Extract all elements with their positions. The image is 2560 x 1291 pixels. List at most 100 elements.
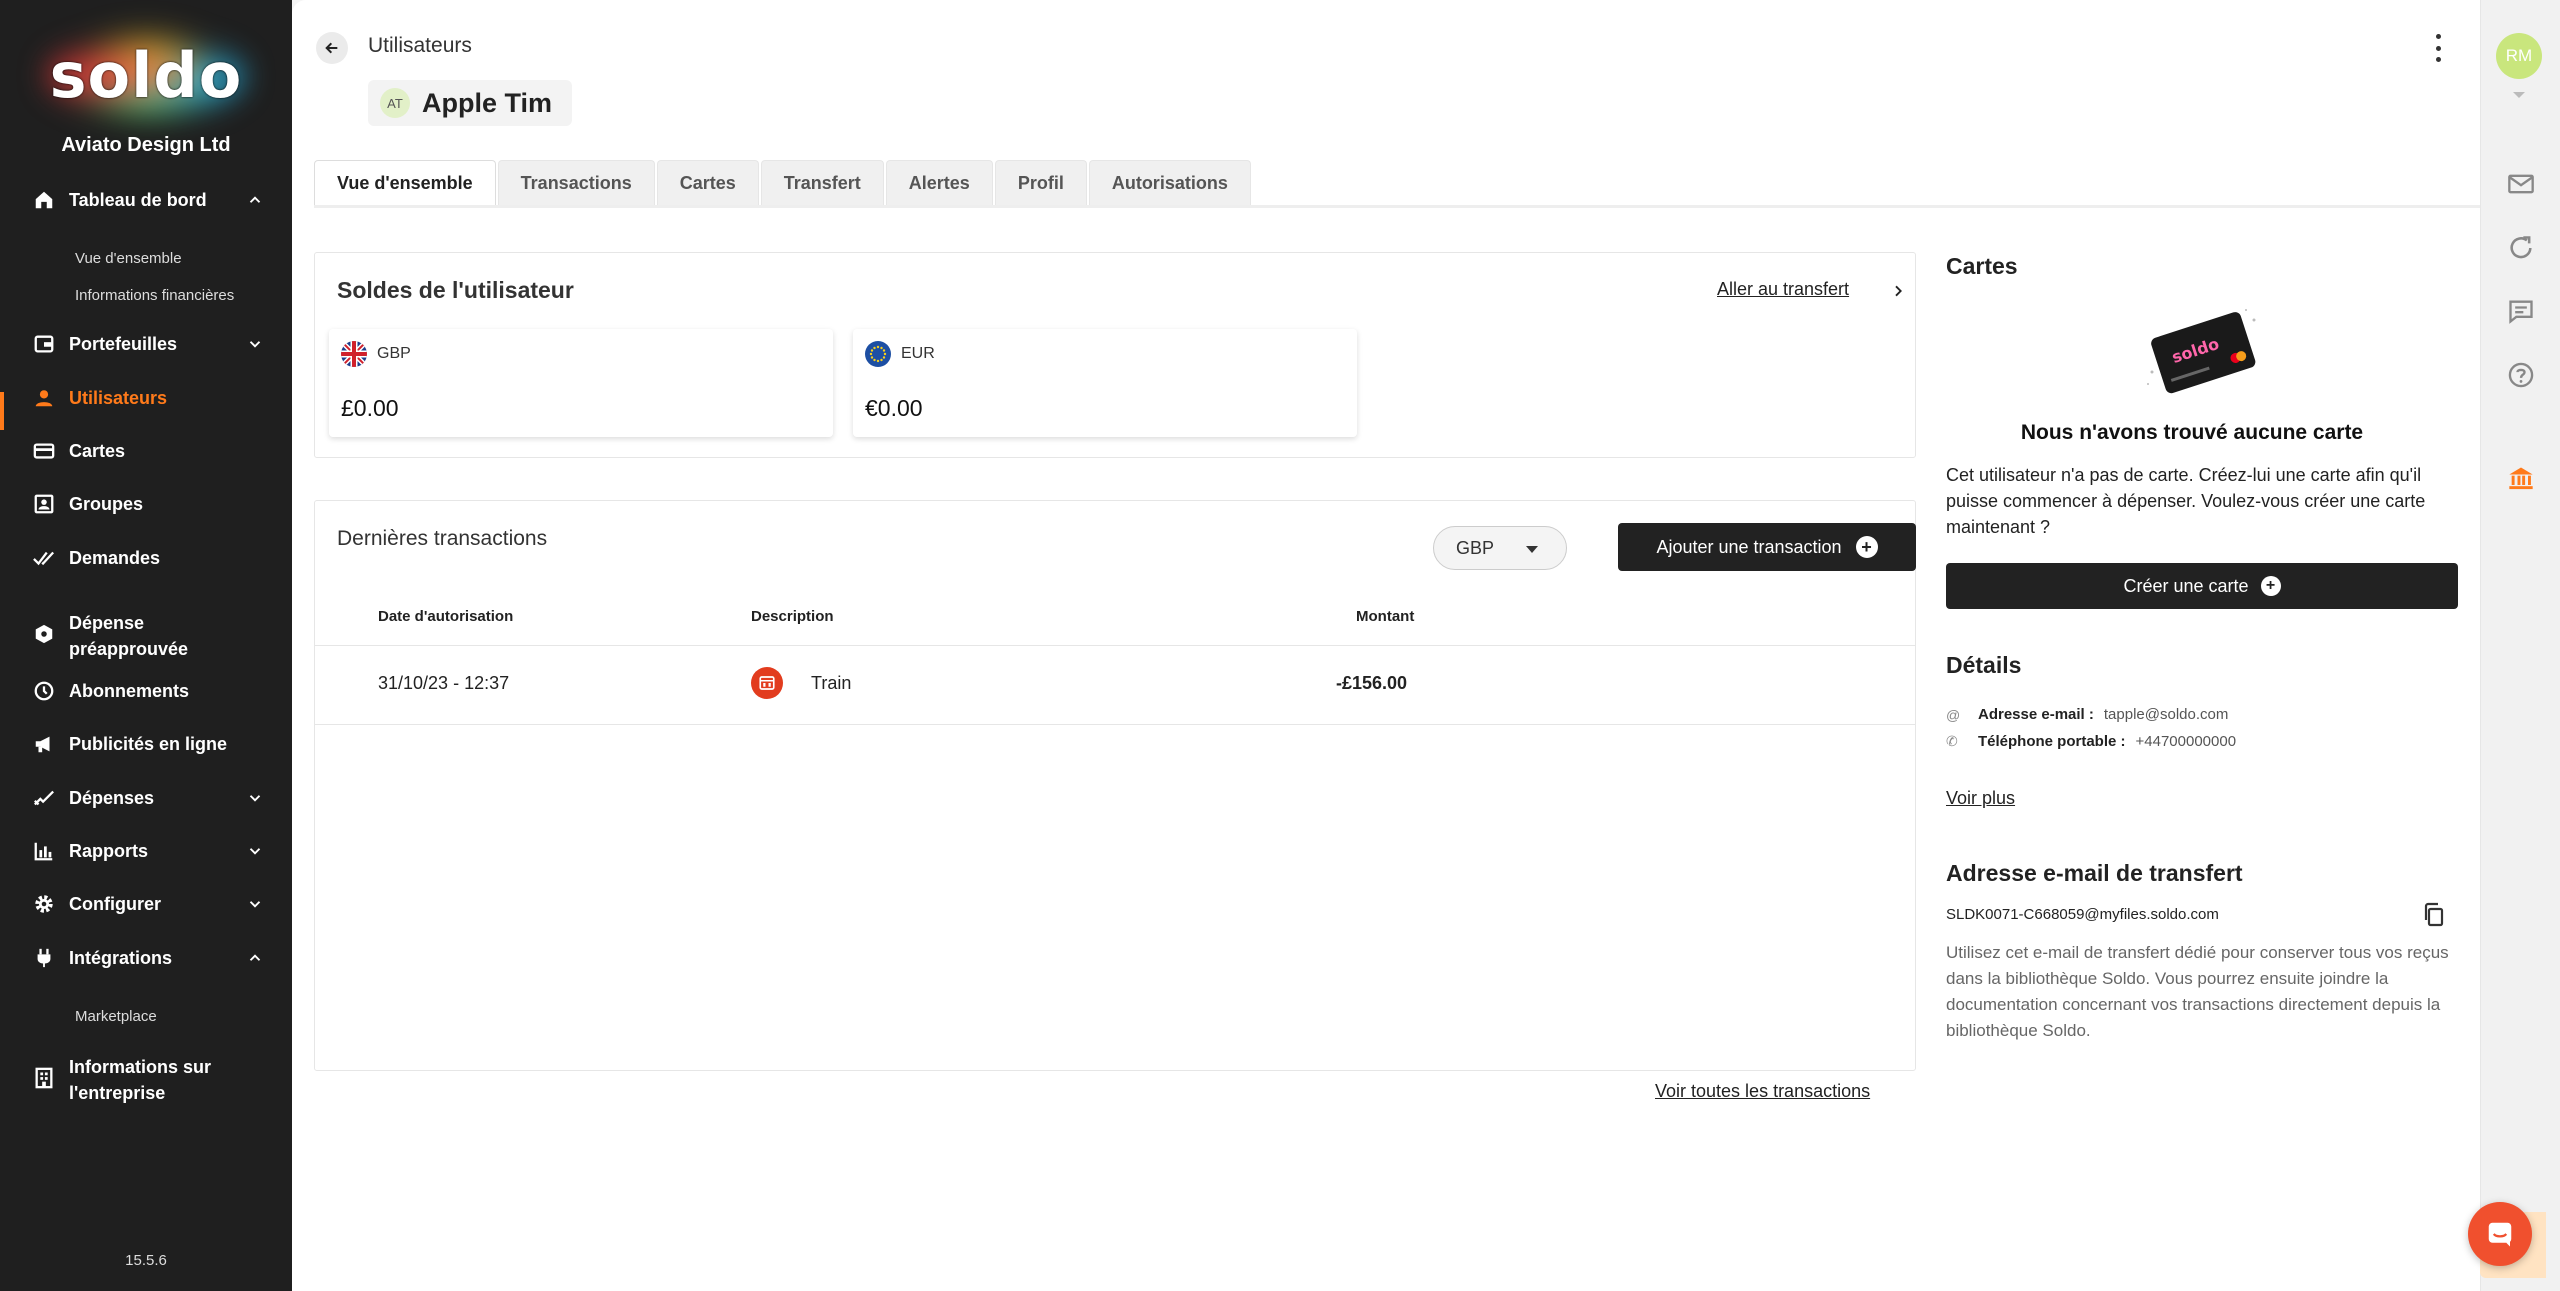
column-header-amount[interactable]: Montant bbox=[1356, 608, 1414, 625]
megaphone-icon bbox=[32, 732, 56, 756]
balances-title: Soldes de l'utilisateur bbox=[337, 277, 574, 303]
dot-icon bbox=[2435, 57, 2441, 62]
sidebar: soldo Aviato Design Ltd Tableau de bord … bbox=[0, 0, 292, 1291]
building-icon bbox=[32, 1066, 56, 1090]
page-title: Apple Tim bbox=[422, 87, 553, 118]
expense-check-icon bbox=[32, 786, 56, 810]
plug-icon bbox=[32, 946, 56, 970]
balance-amount: €0.00 bbox=[865, 395, 923, 421]
user-header: AT Apple Tim bbox=[368, 80, 573, 126]
divider bbox=[315, 724, 1915, 725]
clock-icon bbox=[32, 679, 56, 703]
tab-cards[interactable]: Cartes bbox=[656, 160, 759, 206]
copy-icon[interactable] bbox=[2422, 902, 2446, 928]
transaction-description: Train bbox=[811, 673, 852, 693]
back-button[interactable] bbox=[316, 32, 348, 64]
plus-circle-icon: + bbox=[1855, 536, 1878, 558]
transactions-title: Dernières transactions bbox=[337, 527, 548, 550]
bar-chart-icon bbox=[32, 839, 56, 863]
tab-bar: Vue d'ensemble Transactions Cartes Trans… bbox=[314, 160, 1253, 209]
see-more-link[interactable]: Voir plus bbox=[1946, 788, 2015, 809]
forward-email-title: Adresse e-mail de transfert bbox=[1946, 860, 2243, 886]
chevron-up-icon bbox=[249, 196, 261, 203]
plus-circle-icon: + bbox=[2260, 576, 2281, 596]
breadcrumb[interactable]: Utilisateurs bbox=[368, 34, 472, 58]
cards-icon bbox=[32, 439, 56, 463]
balance-box-gbp[interactable]: GBP £0.00 bbox=[329, 329, 833, 437]
right-rail: RM bbox=[2480, 0, 2560, 1291]
tab-transactions[interactable]: Transactions bbox=[497, 160, 655, 206]
balance-currency: GBP bbox=[377, 345, 411, 362]
card-illustration-icon: soldo bbox=[2147, 309, 2256, 394]
detail-phone: ✆ Téléphone portable : +44700000000 bbox=[1946, 733, 2237, 750]
forward-email-description: Utilisez cet e-mail de transfert dédié p… bbox=[1946, 943, 2449, 1040]
nav-sub-dashboard-financial[interactable]: Informations financières bbox=[75, 287, 234, 304]
refresh-icon[interactable] bbox=[2507, 234, 2535, 262]
support-chat-button[interactable] bbox=[2468, 1202, 2532, 1266]
groups-icon bbox=[32, 492, 56, 516]
caret-down-icon bbox=[1526, 546, 1538, 553]
cards-section-title: Cartes bbox=[1946, 253, 2018, 279]
caret-down-icon[interactable] bbox=[2513, 92, 2525, 98]
wallet-icon bbox=[32, 332, 56, 356]
detail-email: @ Adresse e-mail : tapple@soldo.com bbox=[1946, 706, 2229, 723]
arrow-left-icon bbox=[325, 42, 338, 54]
currency-select[interactable]: GBP bbox=[1433, 526, 1567, 570]
user-balances-card: Soldes de l'utilisateur Aller au transfe… bbox=[314, 252, 1916, 458]
chevron-up-icon bbox=[249, 954, 261, 961]
see-all-transactions-link[interactable]: Voir toutes les transactions bbox=[1655, 1081, 1870, 1102]
help-icon[interactable] bbox=[2507, 361, 2535, 389]
bank-icon[interactable] bbox=[2507, 464, 2535, 492]
merchant-category-icon bbox=[751, 667, 783, 699]
account-avatar[interactable]: RM bbox=[2496, 33, 2542, 79]
at-sign-icon: @ bbox=[1946, 706, 1961, 723]
add-transaction-button[interactable]: Ajouter une transaction + bbox=[1618, 523, 1916, 571]
forward-email-address: SLDK0071-C668059@myfiles.soldo.com bbox=[1946, 906, 2219, 923]
more-options-button[interactable] bbox=[2430, 34, 2446, 62]
balance-amount: £0.00 bbox=[341, 395, 399, 421]
no-card-description: Cet utilisateur n'a pas de carte. Créez-… bbox=[1946, 465, 2426, 537]
nav-sub-marketplace[interactable]: Marketplace bbox=[75, 1008, 157, 1025]
chevron-down-icon bbox=[249, 848, 261, 855]
balance-box-eur[interactable]: EUR €0.00 bbox=[853, 329, 1357, 437]
balance-currency: EUR bbox=[901, 345, 935, 362]
chat-bubble-icon bbox=[2488, 1222, 2512, 1247]
column-header-date[interactable]: Date d'autorisation bbox=[378, 608, 513, 625]
nav-sub-dashboard-overview[interactable]: Vue d'ensemble bbox=[75, 250, 182, 267]
no-card-title: Nous n'avons trouvé aucune carte bbox=[2020, 421, 2364, 444]
divider bbox=[315, 645, 1915, 646]
latest-transactions-card: Dernières transactions GBP Ajouter une t… bbox=[314, 500, 1916, 1071]
tab-profile[interactable]: Profil bbox=[994, 160, 1087, 206]
chevron-down-icon bbox=[249, 901, 261, 908]
chevron-down-icon bbox=[249, 341, 261, 348]
user-icon bbox=[32, 386, 56, 410]
user-avatar: AT bbox=[380, 88, 410, 118]
main-content: Utilisateurs AT Apple Tim Vue d'ensemble… bbox=[292, 0, 2480, 1291]
company-name: Aviato Design Ltd bbox=[61, 134, 231, 156]
tab-permissions[interactable]: Autorisations bbox=[1088, 160, 1251, 206]
tabs-divider bbox=[314, 205, 2480, 208]
home-icon bbox=[32, 188, 56, 212]
chevron-right-icon[interactable] bbox=[1890, 283, 1906, 299]
tab-overview[interactable]: Vue d'ensemble bbox=[314, 160, 496, 209]
chat-icon[interactable] bbox=[2507, 297, 2535, 325]
create-card-button[interactable]: Créer une carte + bbox=[1946, 563, 2458, 609]
double-check-icon bbox=[32, 546, 56, 570]
tab-alerts[interactable]: Alertes bbox=[885, 160, 993, 206]
uk-flag-icon bbox=[341, 341, 367, 367]
phone-icon: ✆ bbox=[1946, 733, 1958, 749]
transaction-amount: -£156.00 bbox=[1336, 673, 1408, 693]
gear-icon bbox=[32, 892, 56, 916]
app-version: 15.5.6 bbox=[125, 1252, 167, 1269]
eu-flag-icon bbox=[865, 341, 891, 367]
shield-icon bbox=[32, 622, 56, 646]
column-header-description[interactable]: Description bbox=[751, 608, 834, 625]
soldo-logo[interactable]: soldo bbox=[0, 30, 292, 120]
go-to-transfer-link[interactable]: Aller au transfert bbox=[1717, 279, 1849, 300]
mail-icon[interactable] bbox=[2507, 170, 2535, 198]
dot-icon bbox=[2435, 34, 2441, 39]
chevron-down-icon bbox=[249, 795, 261, 802]
tab-transfer[interactable]: Transfert bbox=[760, 160, 884, 206]
transaction-date: 31/10/23 - 12:37 bbox=[378, 673, 510, 693]
details-title: Détails bbox=[1946, 652, 2022, 678]
